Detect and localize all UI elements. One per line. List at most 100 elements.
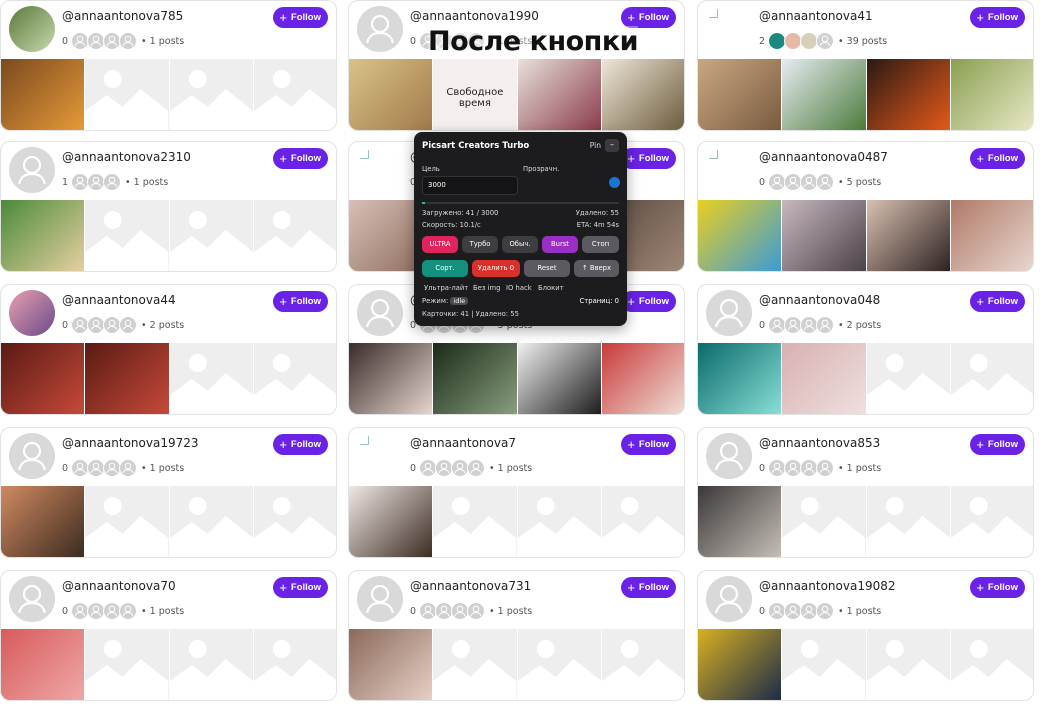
- placeholder-image-icon[interactable]: [866, 629, 951, 700]
- post-thumbnail[interactable]: [1, 486, 86, 557]
- username[interactable]: @annaantonova048: [759, 293, 880, 307]
- placeholder-image-icon[interactable]: [169, 629, 254, 700]
- username[interactable]: @annaantonova0487: [759, 150, 888, 164]
- username[interactable]: @annaantonova1990: [410, 9, 539, 23]
- avatar[interactable]: [9, 433, 55, 479]
- follow-button[interactable]: + Follow: [621, 434, 676, 455]
- avatar[interactable]: [9, 6, 55, 52]
- minimize-button[interactable]: –: [605, 139, 619, 152]
- placeholder-image-icon[interactable]: [169, 343, 254, 414]
- placeholder-image-icon[interactable]: [433, 486, 518, 557]
- pin-button[interactable]: Pin: [590, 141, 601, 150]
- post-thumbnail[interactable]: [782, 200, 867, 271]
- placeholder-image-icon[interactable]: [85, 486, 170, 557]
- post-thumbnail[interactable]: [1, 200, 86, 271]
- post-thumbnail[interactable]: [866, 200, 951, 271]
- reset-button[interactable]: Reset: [524, 260, 570, 277]
- follow-button[interactable]: + Follow: [970, 577, 1025, 598]
- avatar[interactable]: [706, 147, 752, 193]
- follow-button[interactable]: + Follow: [970, 434, 1025, 455]
- post-thumbnail[interactable]: [1, 59, 86, 130]
- io-hack-toggle[interactable]: IO hack: [506, 284, 532, 292]
- placeholder-image-icon[interactable]: [782, 629, 867, 700]
- avatar[interactable]: [357, 147, 403, 193]
- avatar[interactable]: [9, 290, 55, 336]
- placeholder-image-icon[interactable]: [601, 486, 684, 557]
- follow-button[interactable]: + Follow: [273, 434, 328, 455]
- follow-button[interactable]: + Follow: [621, 7, 676, 28]
- avatar[interactable]: [357, 290, 403, 336]
- opacity-slider[interactable]: [609, 177, 620, 188]
- placeholder-image-icon[interactable]: [433, 629, 518, 700]
- follow-button[interactable]: + Follow: [621, 577, 676, 598]
- placeholder-image-icon[interactable]: [85, 629, 170, 700]
- avatar[interactable]: [357, 433, 403, 479]
- post-thumbnail[interactable]: Свободное время: [433, 59, 518, 130]
- username[interactable]: @annaantonova731: [410, 579, 531, 593]
- placeholder-image-icon[interactable]: [782, 486, 867, 557]
- username[interactable]: @annaantonova19082: [759, 579, 896, 593]
- follow-button[interactable]: + Follow: [273, 291, 328, 312]
- post-thumbnail[interactable]: [517, 59, 602, 130]
- post-thumbnail[interactable]: [698, 200, 783, 271]
- post-thumbnail[interactable]: [349, 59, 434, 130]
- post-thumbnail[interactable]: [866, 59, 951, 130]
- no-img-toggle[interactable]: Без img: [473, 284, 500, 292]
- follow-button[interactable]: + Follow: [621, 148, 676, 169]
- username[interactable]: @annaantonova7: [410, 436, 516, 450]
- post-thumbnail[interactable]: [782, 343, 867, 414]
- placeholder-image-icon[interactable]: [169, 59, 254, 130]
- post-thumbnail[interactable]: [1, 343, 86, 414]
- post-thumbnail[interactable]: [601, 59, 684, 130]
- post-thumbnail[interactable]: [349, 629, 434, 700]
- avatar[interactable]: [9, 576, 55, 622]
- follow-button[interactable]: + Follow: [273, 148, 328, 169]
- burst-button[interactable]: Burst: [542, 236, 578, 253]
- placeholder-image-icon[interactable]: [517, 629, 602, 700]
- follow-button[interactable]: + Follow: [970, 148, 1025, 169]
- username[interactable]: @annaantonova2310: [62, 150, 191, 164]
- placeholder-image-icon[interactable]: [950, 486, 1033, 557]
- post-thumbnail[interactable]: [950, 200, 1033, 271]
- post-thumbnail[interactable]: [1, 629, 86, 700]
- placeholder-image-icon[interactable]: [253, 200, 336, 271]
- avatar[interactable]: [706, 290, 752, 336]
- delete-button[interactable]: Удалить 0: [472, 260, 520, 277]
- target-input[interactable]: 3000: [422, 176, 518, 195]
- post-thumbnail[interactable]: [950, 59, 1033, 130]
- placeholder-image-icon[interactable]: [950, 629, 1033, 700]
- avatar[interactable]: [706, 6, 752, 52]
- follow-button[interactable]: + Follow: [621, 291, 676, 312]
- username[interactable]: @annaantonova19723: [62, 436, 199, 450]
- post-thumbnail[interactable]: [433, 343, 518, 414]
- avatar[interactable]: [706, 576, 752, 622]
- post-thumbnail[interactable]: [349, 486, 434, 557]
- username[interactable]: @annaantonova785: [62, 9, 183, 23]
- avatar[interactable]: [357, 6, 403, 52]
- placeholder-image-icon[interactable]: [866, 486, 951, 557]
- ultra-button[interactable]: ULTRA: [422, 236, 458, 253]
- placeholder-image-icon[interactable]: [601, 629, 684, 700]
- follow-button[interactable]: + Follow: [970, 291, 1025, 312]
- stop-button[interactable]: Стоп: [582, 236, 619, 253]
- placeholder-image-icon[interactable]: [253, 486, 336, 557]
- blockit-toggle[interactable]: Блокит: [538, 284, 564, 292]
- post-thumbnail[interactable]: [517, 343, 602, 414]
- placeholder-image-icon[interactable]: [85, 59, 170, 130]
- scroll-top-button[interactable]: ↑ Вверх: [574, 260, 619, 277]
- avatar[interactable]: [9, 147, 55, 193]
- post-thumbnail[interactable]: [601, 343, 684, 414]
- post-thumbnail[interactable]: [698, 629, 783, 700]
- avatar[interactable]: [357, 576, 403, 622]
- placeholder-image-icon[interactable]: [253, 59, 336, 130]
- placeholder-image-icon[interactable]: [950, 343, 1033, 414]
- avatar[interactable]: [706, 433, 752, 479]
- placeholder-image-icon[interactable]: [253, 343, 336, 414]
- username[interactable]: @annaantonova44: [62, 293, 176, 307]
- placeholder-image-icon[interactable]: [253, 629, 336, 700]
- normal-button[interactable]: Обыч.: [502, 236, 538, 253]
- follow-button[interactable]: + Follow: [273, 577, 328, 598]
- turbo-button[interactable]: Турбо: [462, 236, 498, 253]
- post-thumbnail[interactable]: [698, 59, 783, 130]
- post-thumbnail[interactable]: [698, 343, 783, 414]
